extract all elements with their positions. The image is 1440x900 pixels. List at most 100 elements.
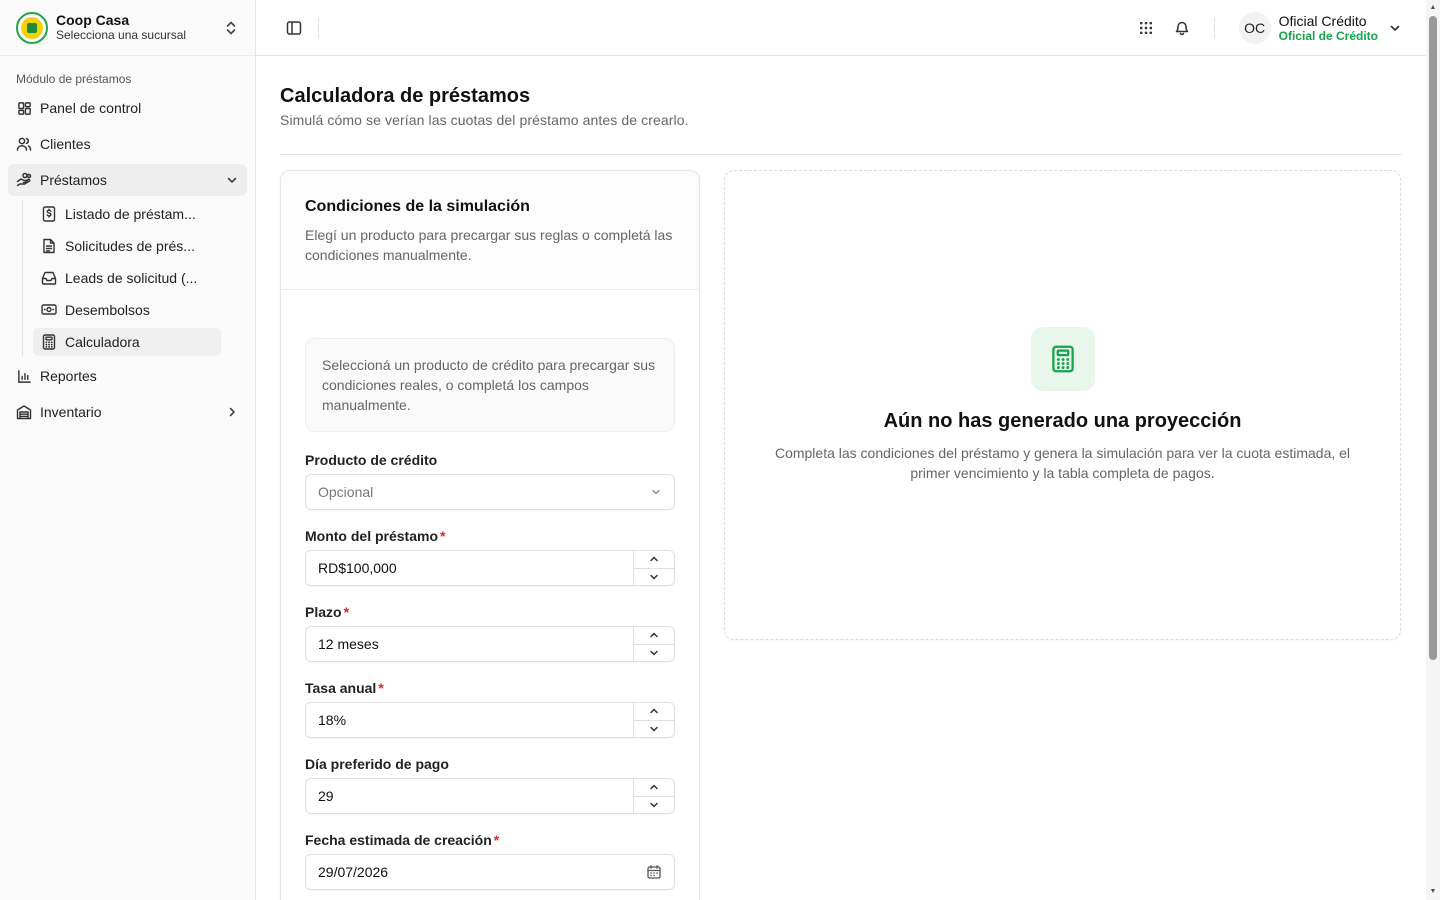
sidebar-item-label: Calculadora	[65, 334, 140, 350]
scroll-down-arrow-icon[interactable]: ▼	[1429, 888, 1437, 896]
sidebar-item-loan-requests[interactable]: Solicitudes de prés...	[33, 232, 221, 260]
creation-date-field: Fecha estimada de creación * 29/07/2026	[305, 832, 675, 890]
main-content: Calculadora de préstamos Simulá cómo se …	[256, 56, 1426, 900]
header-divider	[318, 17, 319, 38]
required-mark: *	[343, 604, 350, 620]
amount-field: Monto del préstamo * RD$100,000	[305, 528, 675, 586]
sidebar-item-label: Préstamos	[40, 172, 107, 188]
chevron-right-icon[interactable]	[225, 405, 239, 419]
inventory-icon	[16, 404, 32, 420]
branch-switcher[interactable]: Coop Casa Selecciona una sucursal	[0, 0, 255, 56]
rate-field: Tasa anual * 18%	[305, 680, 675, 738]
dollar-document-icon	[41, 206, 57, 222]
chevron-down-icon	[650, 486, 662, 498]
increment-icon[interactable]	[634, 627, 674, 644]
payday-input[interactable]: 29	[305, 778, 675, 814]
rate-value: 18%	[318, 712, 347, 728]
rate-input[interactable]: 18%	[305, 702, 675, 738]
required-mark: *	[493, 832, 500, 848]
increment-icon[interactable]	[634, 703, 674, 720]
product-placeholder: Opcional	[318, 484, 374, 500]
product-label: Producto de crédito	[305, 452, 438, 468]
product-select[interactable]: Opcional	[305, 474, 675, 510]
required-mark: *	[440, 528, 446, 544]
sidebar-item-label: Reportes	[40, 368, 97, 384]
creation-date-value: 29/07/2026	[318, 864, 389, 880]
user-name: Oficial Crédito	[1278, 12, 1367, 29]
amount-stepper	[633, 551, 674, 585]
sidebar-item-inventory[interactable]: Inventario	[8, 396, 247, 428]
sidebar-item-label: Solicitudes de prés...	[65, 238, 195, 254]
sidebar-item-label: Desembolsos	[65, 302, 150, 318]
decrement-icon[interactable]	[634, 567, 674, 586]
inbox-icon	[41, 270, 57, 286]
header-divider	[1213, 17, 1215, 38]
amount-input[interactable]: RD$100,000	[305, 550, 675, 586]
cash-icon	[41, 302, 57, 318]
payday-label: Día preferido de pago	[305, 756, 449, 772]
calculator-icon	[1030, 327, 1095, 391]
projection-empty-state: Aún no has generado una proyección Compl…	[724, 170, 1401, 640]
page-title: Calculadora de préstamos	[280, 85, 531, 107]
increment-icon[interactable]	[634, 779, 674, 796]
form-title: Condiciones de la simulación	[305, 198, 530, 215]
rate-stepper	[633, 703, 674, 737]
decrement-icon[interactable]	[634, 795, 674, 814]
sidebar-item-loans[interactable]: Préstamos	[8, 164, 247, 196]
term-input[interactable]: 12 meses	[305, 626, 675, 662]
page-divider	[280, 154, 1402, 155]
payday-stepper	[633, 779, 674, 813]
term-label: Plazo	[305, 604, 342, 620]
decrement-icon[interactable]	[634, 719, 674, 738]
avatar: OC	[1238, 11, 1271, 44]
scrollbar-thumb[interactable]	[1429, 16, 1437, 660]
product-hint: Seleccioná un producto de crédito para p…	[305, 338, 675, 432]
creation-date-label: Fecha estimada de creación	[305, 832, 492, 848]
user-role: Oficial de Crédito	[1278, 28, 1378, 43]
top-header: OC Oficial Crédito Oficial de Crédito	[256, 0, 1426, 56]
user-menu[interactable]: OC Oficial Crédito Oficial de Crédito	[1238, 11, 1402, 44]
sidebar-item-label: Clientes	[40, 136, 91, 152]
loans-icon	[16, 172, 32, 188]
rate-label: Tasa anual	[305, 680, 377, 696]
amount-value: RD$100,000	[318, 560, 397, 576]
dashboard-icon	[16, 100, 32, 116]
form-description: Elegí un producto para precargar sus reg…	[305, 227, 673, 263]
sidebar-item-clients[interactable]: Clientes	[8, 128, 247, 160]
calculator-icon	[41, 334, 57, 350]
chevron-down-icon[interactable]	[225, 173, 239, 187]
sidebar-item-calculator[interactable]: Calculadora	[33, 328, 221, 356]
calendar-icon[interactable]	[646, 864, 662, 880]
page-scrollbar[interactable]: ▲ ▼	[1426, 0, 1440, 900]
sidebar-item-dashboard[interactable]: Panel de control	[8, 92, 247, 124]
empty-state-title: Aún no has generado una proyección	[883, 410, 1242, 432]
sidebar-item-label: Panel de control	[40, 100, 142, 116]
scroll-up-arrow-icon[interactable]: ▲	[1429, 4, 1437, 12]
sidebar: Coop Casa Selecciona una sucursal Módulo…	[0, 0, 256, 900]
sidebar-item-loan-list[interactable]: Listado de préstam...	[33, 200, 221, 228]
sidebar-item-reports[interactable]: Reportes	[8, 360, 247, 392]
amount-label: Monto del préstamo	[305, 528, 439, 544]
required-mark: *	[378, 680, 384, 696]
chart-icon	[16, 368, 32, 384]
sidebar-item-label: Leads de solicitud (...	[65, 270, 198, 286]
branch-selector-label: Selecciona una sucursal	[56, 28, 187, 42]
term-field: Plazo * 12 meses	[305, 604, 675, 662]
sidebar-toggle-icon[interactable]	[280, 14, 308, 42]
chevron-down-icon[interactable]	[1388, 21, 1402, 35]
coop-logo	[16, 11, 48, 44]
term-stepper	[633, 627, 674, 661]
chevron-up-down-icon[interactable]	[223, 20, 239, 36]
payday-value: 29	[318, 788, 334, 804]
sidebar-item-request-leads[interactable]: Leads de solicitud (...	[33, 264, 221, 292]
decrement-icon[interactable]	[634, 643, 674, 662]
sidebar-item-label: Inventario	[40, 404, 102, 420]
apps-grid-icon[interactable]	[1132, 14, 1160, 42]
creation-date-input[interactable]: 29/07/2026	[305, 854, 675, 890]
increment-icon[interactable]	[634, 551, 674, 568]
page-subtitle: Simulá cómo se verían las cuotas del pré…	[280, 112, 689, 128]
simulation-form-card: Condiciones de la simulación Elegí un pr…	[280, 170, 700, 900]
sidebar-item-disbursements[interactable]: Desembolsos	[33, 296, 221, 324]
sidebar-section-label: Módulo de préstamos	[16, 72, 132, 86]
bell-icon[interactable]	[1168, 14, 1196, 42]
